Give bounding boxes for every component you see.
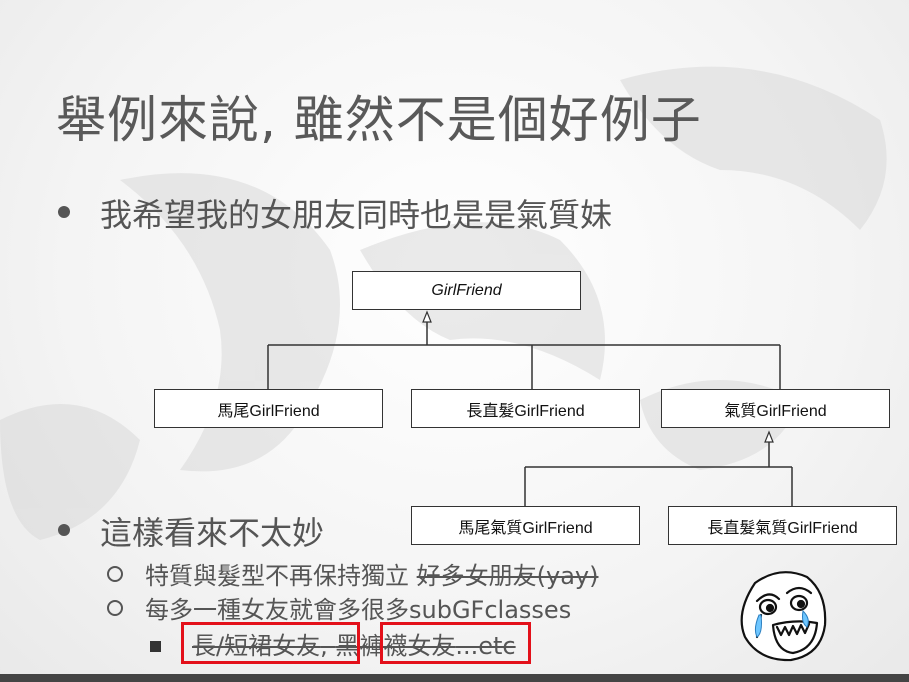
uml-class-long-straight-hair: 長直髮GirlFriend	[411, 389, 640, 428]
red-highlight-box-1	[181, 622, 360, 664]
subitem-1-text: 特質與髮型不再保持獨立	[145, 562, 417, 590]
uml-class-label: 馬尾GirlFriend	[217, 402, 320, 420]
uml-class-long-hair-elegant: 長直髮氣質GirlFriend	[668, 506, 897, 545]
happy-crying-meme-face-icon	[740, 571, 827, 662]
subitem-2-text: 每多一種女友就會多很多subGFclasses	[145, 596, 572, 624]
slide-bottom-bar	[0, 674, 909, 682]
red-highlight-box-2	[380, 622, 531, 664]
uml-class-label: 氣質GirlFriend	[724, 402, 827, 420]
uml-class-label: 長直髮GirlFriend	[466, 402, 585, 420]
hollow-circle-bullet-icon	[107, 600, 123, 616]
square-bullet-icon	[150, 641, 161, 652]
bullet-dot-icon	[58, 524, 70, 536]
hollow-circle-bullet-icon	[107, 566, 123, 582]
subitem-1: 特質與髮型不再保持獨立 好多女朋友(yay)	[145, 556, 598, 591]
uml-class-label: GirlFriend	[431, 281, 502, 299]
uml-class-label: 馬尾氣質GirlFriend	[458, 519, 593, 537]
subitem-1-struck-text: 好多女朋友(yay)	[416, 562, 599, 590]
uml-class-ponytail-elegant: 馬尾氣質GirlFriend	[411, 506, 640, 545]
uml-class-label: 長直髮氣質GirlFriend	[707, 519, 858, 537]
bullet-2-text: 這樣看來不太妙	[100, 514, 325, 552]
uml-class-elegant: 氣質GirlFriend	[661, 389, 890, 428]
uml-class-girlfriend: GirlFriend	[352, 271, 581, 310]
subitem-2: 每多一種女友就會多很多subGFclasses	[145, 590, 571, 625]
slide: 舉例來說, 雖然不是個好例子 我希望我的女朋友同時也是是氣質妹 GirlFrie…	[0, 0, 909, 682]
uml-class-ponytail: 馬尾GirlFriend	[154, 389, 383, 428]
